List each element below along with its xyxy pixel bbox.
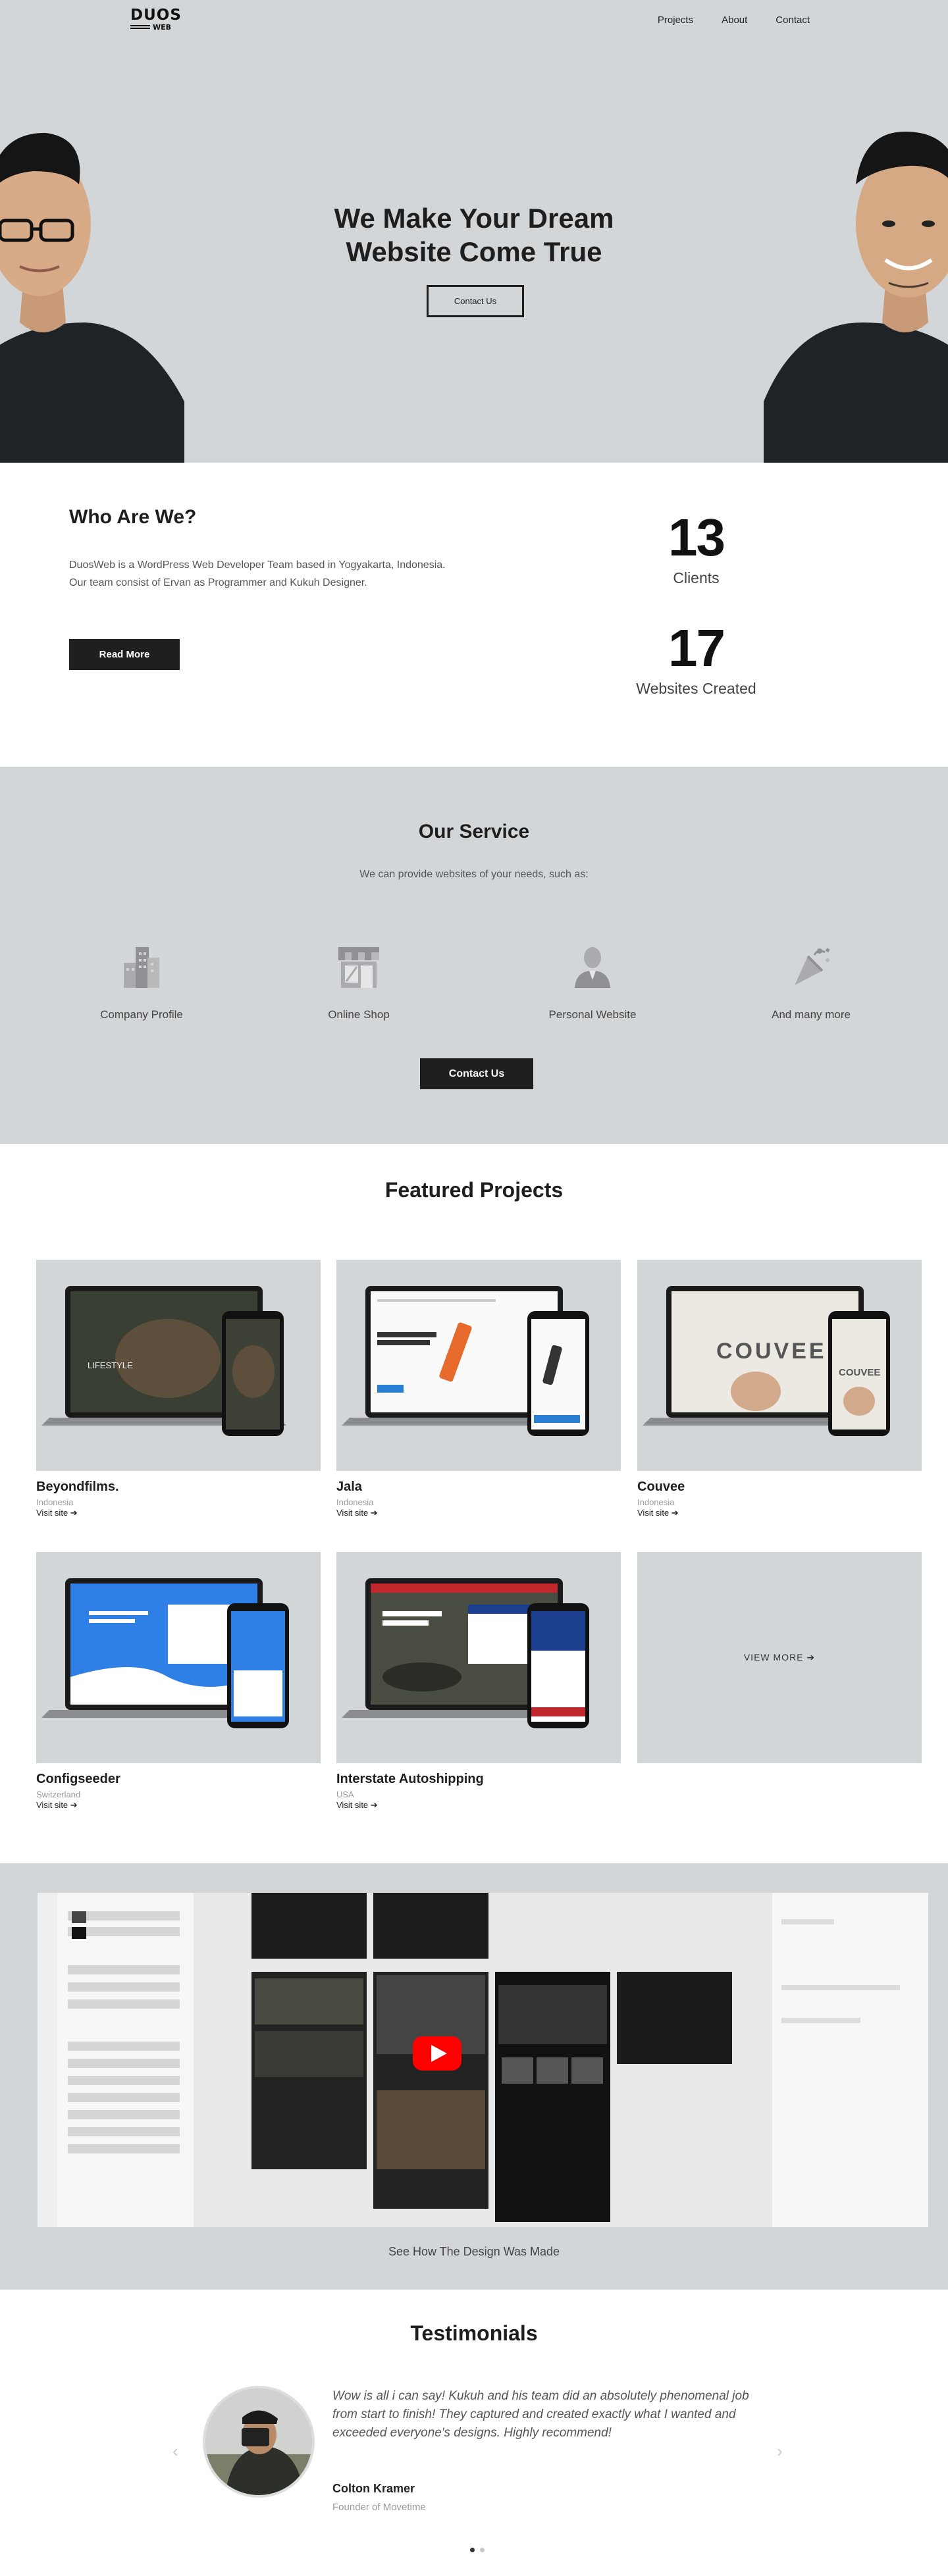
testimonials-section: Testimonials ‹ Wow is all i can say! Kuk… — [0, 2290, 948, 2576]
service-item-many-more: And many more — [729, 943, 893, 1021]
view-more-button[interactable]: VIEW MORE ➔ — [637, 1552, 922, 1763]
project-country: Indonesia — [637, 1497, 675, 1507]
testimonial-author: Colton Kramer — [332, 2482, 415, 2495]
service-item-personal-website: Personal Website — [510, 943, 675, 1021]
service-label: Company Profile — [100, 1008, 183, 1021]
chevron-right-icon[interactable]: › — [777, 2441, 783, 2461]
project-name: Configseeder — [36, 1772, 120, 1786]
team-member-photo-left — [0, 132, 184, 463]
project-country: USA — [336, 1790, 354, 1799]
building-icon — [124, 947, 159, 988]
team-member-photo-right — [764, 132, 948, 463]
service-title: Our Service — [418, 821, 530, 842]
avatar-photo — [205, 2388, 312, 2495]
design-process-section: See How The Design Was Made — [0, 1863, 948, 2290]
site-header: DUOS WEB Projects About Contact — [0, 0, 948, 43]
project-thumbnail[interactable]: LIFESTYLE — [36, 1260, 321, 1471]
project-country: Indonesia — [36, 1497, 74, 1507]
nav-contact[interactable]: Contact — [776, 14, 810, 26]
stat-websites: 17 Websites Created — [592, 622, 800, 698]
hero-contact-button[interactable]: Contact Us — [427, 285, 524, 317]
project-thumbnail[interactable] — [336, 1552, 621, 1763]
project-thumbnail[interactable] — [336, 1260, 621, 1471]
project-country: Indonesia — [336, 1497, 374, 1507]
project-name: Beyondfilms. — [36, 1480, 119, 1494]
service-section: Our Service We can provide websites of y… — [0, 767, 948, 1144]
confetti-icon — [795, 948, 830, 985]
person-icon — [575, 947, 610, 988]
project-name: Jala — [336, 1480, 362, 1494]
site-logo[interactable]: DUOS WEB — [130, 8, 182, 31]
screen-text: LIFESTYLE — [88, 1360, 133, 1370]
main-nav: Projects About Contact — [658, 14, 810, 26]
device-mockup-image: LIFESTYLE — [41, 1286, 286, 1436]
hero-section: DUOS WEB Projects About Contact We Make … — [0, 0, 948, 463]
stat-clients: 13 Clients — [592, 511, 800, 587]
hero-title: We Make Your Dream Website Come True — [0, 201, 948, 269]
visit-site-link[interactable]: Visit site ➔ — [336, 1800, 378, 1810]
visit-site-link[interactable]: Visit site ➔ — [36, 1508, 78, 1518]
visit-site-link[interactable]: Visit site ➔ — [336, 1508, 378, 1518]
project-country: Switzerland — [36, 1790, 81, 1799]
service-label: Online Shop — [328, 1008, 390, 1021]
stat-websites-value: 17 — [668, 619, 725, 677]
device-mockup-image — [342, 1286, 589, 1436]
visit-site-link[interactable]: Visit site ➔ — [36, 1800, 78, 1810]
project-card-interstate: Interstate Autoshipping USA Visit site ➔ — [336, 1552, 621, 1811]
service-subtitle: We can provide websites of your needs, s… — [359, 869, 589, 880]
avatar — [203, 2386, 315, 2498]
service-contact-button[interactable]: Contact Us — [420, 1058, 533, 1089]
design-video-preview[interactable] — [38, 1893, 928, 2227]
nav-projects[interactable]: Projects — [658, 14, 693, 26]
visit-site-link[interactable]: Visit site ➔ — [637, 1508, 679, 1518]
chevron-left-icon[interactable]: ‹ — [172, 2441, 178, 2461]
screen-text: COUVEE — [716, 1339, 827, 1364]
design-caption: See How The Design Was Made — [388, 2245, 560, 2258]
project-card-beyondfilms: LIFESTYLE Beyondfilms. Indonesia Visit s… — [36, 1260, 321, 1519]
device-mockup-image: COUVEE COUVEE — [643, 1286, 890, 1436]
stat-websites-label: Websites Created — [636, 680, 756, 697]
hero-title-line1: We Make Your Dream — [334, 203, 614, 234]
project-thumbnail[interactable]: COUVEE COUVEE — [637, 1260, 922, 1471]
read-more-button[interactable]: Read More — [69, 639, 180, 670]
about-title: Who Are We? — [69, 506, 197, 528]
logo-text: DUOS — [130, 7, 182, 24]
project-card-jala: Jala Indonesia Visit site ➔ — [336, 1260, 621, 1519]
project-name: Interstate Autoshipping — [336, 1772, 484, 1786]
project-card-configseeder: Configseeder Switzerland Visit site ➔ — [36, 1552, 321, 1811]
about-section: Who Are We? DuosWeb is a WordPress Web D… — [0, 463, 948, 767]
carousel-dot[interactable] — [480, 2548, 485, 2552]
screen-text: COUVEE — [839, 1367, 880, 1378]
testimonial-quote: Wow is all i can say! Kukuh and his team… — [332, 2389, 749, 2440]
projects-title: Featured Projects — [384, 1178, 564, 1202]
service-item-company-profile: Company Profile — [59, 943, 224, 1021]
testimonial-role: Founder of Movetime — [332, 2502, 426, 2513]
project-card-couvee: COUVEE COUVEE Couvee Indonesia Visit sit… — [637, 1260, 922, 1519]
projects-section: Featured Projects LIFESTYLE Beyondfilms.… — [0, 1144, 948, 1863]
stat-clients-label: Clients — [673, 569, 720, 586]
project-thumbnail[interactable] — [36, 1552, 321, 1763]
testimonials-title: Testimonials — [410, 2321, 538, 2345]
device-mockup-image — [342, 1578, 589, 1728]
device-mockup-image — [41, 1578, 289, 1728]
carousel-dot[interactable] — [470, 2548, 475, 2552]
hero-title-line2: Website Come True — [346, 236, 602, 267]
about-text: DuosWeb is a WordPress Web Developer Tea… — [69, 559, 446, 588]
nav-about[interactable]: About — [722, 14, 747, 26]
carousel-dots — [470, 2548, 485, 2552]
service-item-online-shop: Online Shop — [276, 943, 441, 1021]
project-name: Couvee — [637, 1480, 685, 1494]
service-label: And many more — [772, 1008, 851, 1021]
shop-icon — [338, 947, 379, 988]
logo-subtext: WEB — [130, 24, 182, 31]
stat-clients-value: 13 — [668, 508, 725, 567]
design-tool-screenshot — [38, 1893, 928, 2227]
service-label: Personal Website — [548, 1008, 637, 1021]
